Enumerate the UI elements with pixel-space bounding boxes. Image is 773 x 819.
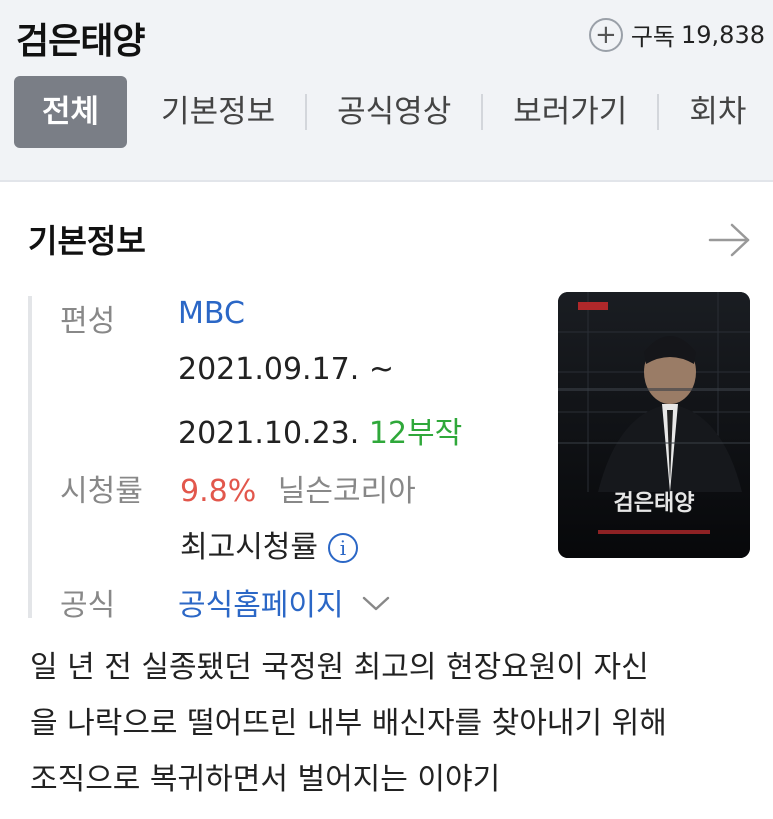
official-homepage-link[interactable]: 공식홈페이지 [178, 588, 344, 623]
description-line: 일 년 전 실종됐던 국정원 최고의 현장요원이 자신 [30, 650, 649, 685]
air-date-end: 2021.10.23. [178, 416, 360, 451]
air-date-end-row: 2021.10.23. 12부작 [178, 408, 462, 452]
description: 일 년 전 실종됐던 국정원 최고의 현장요원이 자신 을 나락으로 떨어뜨린 … [30, 640, 750, 808]
tab-basic-info[interactable]: 기본정보 [157, 76, 279, 148]
tab-bar: 전체 기본정보 공식영상 보러가기 회차 [14, 76, 750, 148]
rating-label: 시청률 [60, 474, 143, 509]
subscribe-label: 구독 [630, 23, 676, 51]
tab-divider [657, 94, 660, 130]
tab-all[interactable]: 전체 [14, 76, 128, 148]
subscribe-button[interactable]: + 구독 19,838 [588, 17, 765, 52]
episode-count: 12부작 [368, 416, 463, 451]
top-header: 검은태양 + 구독 19,838 전체 기본정보 공식영상 보러가기 회차 [0, 0, 773, 182]
air-date-start: 2021.09.17. ~ [178, 352, 394, 387]
broadcast-link[interactable]: MBC [178, 296, 245, 331]
rating-value: 9.8% [180, 474, 257, 509]
official-label: 공식 [60, 588, 116, 623]
tab-official-video[interactable]: 공식영상 [333, 76, 455, 148]
chevron-down-icon [362, 596, 390, 611]
description-line: 조직으로 복귀하면서 벌어지는 이야기 [30, 762, 501, 797]
description-line: 을 나락으로 떨어뜨린 내부 배신자를 찾아내기 위해 [30, 706, 667, 741]
subscribe-count: 19,838 [681, 20, 765, 49]
tab-episodes[interactable]: 회차 [685, 76, 750, 148]
info-divider [28, 296, 32, 618]
page-title: 검은태양 [16, 21, 145, 62]
section-title: 기본정보 [28, 222, 146, 260]
rating-row: 9.8% 닐슨코리아 [180, 466, 416, 510]
broadcast-label: 편성 [60, 304, 116, 339]
info-icon[interactable]: i [328, 533, 358, 563]
poster-title: 검은태양 [614, 491, 695, 516]
arrow-right-icon[interactable] [708, 222, 752, 258]
peak-rating-label: 최고시청률 [180, 530, 318, 565]
plus-circle-icon: + [588, 17, 623, 52]
tab-watch[interactable]: 보러가기 [509, 76, 631, 148]
official-homepage-dropdown[interactable]: 공식홈페이지 [178, 580, 391, 624]
peak-rating-row[interactable]: 최고시청률 i [180, 522, 358, 566]
tab-divider [305, 94, 308, 130]
tab-divider [481, 94, 484, 130]
rating-source: 닐슨코리아 [277, 474, 416, 509]
poster-image[interactable]: 검은태양 [558, 292, 750, 558]
